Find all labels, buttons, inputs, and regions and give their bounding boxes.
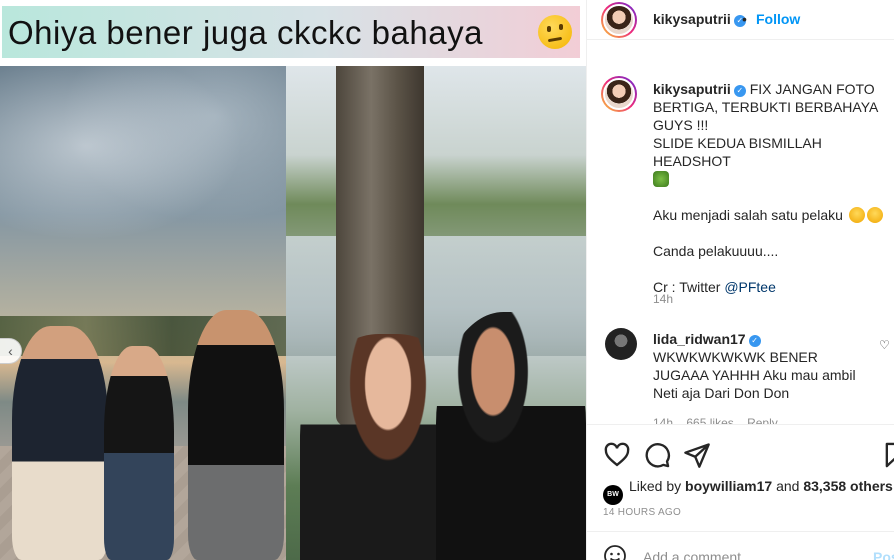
comment-like-heart-icon[interactable]: ♡ [879,338,890,352]
caption-line-4: Canda pelakuuuu.... [653,243,779,259]
comment-meta: 14h 665 likes Reply [653,416,778,424]
comment-bubble-icon[interactable] [643,441,671,469]
commenter-avatar[interactable] [605,328,637,360]
verified-badge-icon: ✓ [748,335,761,347]
author-avatar[interactable] [601,2,637,38]
likes-count[interactable]: 83,358 others [803,478,893,494]
add-comment-input[interactable]: Add a comment... [643,549,753,560]
scream-emoji-icon [848,207,865,223]
post-actions: BW Liked by boywilliam17 and 83,358 other… [587,424,894,560]
follow-button[interactable]: Follow [756,11,800,27]
liker-avatar[interactable]: BW [603,485,623,505]
post-timestamp[interactable]: 14 HOURS AGO [603,507,681,518]
caption-timestamp[interactable]: 14h [653,292,673,306]
frog-emoji-icon [653,171,669,187]
person-middle [104,346,174,560]
comments-section[interactable]: kikysaputrii ✓ FIX JANGAN FOTO BERTIGA, T… [587,66,894,424]
caption-line-2: SLIDE KEDUA BISMILLAH HEADSHOT [653,135,822,169]
add-comment-bar: Add a comment... Post [587,531,894,560]
comment-timestamp[interactable]: 14h [653,416,673,424]
caption-author-avatar[interactable] [601,76,637,112]
image-caption-banner: Ohiya bener juga ckckc bahaya [2,6,580,58]
photo-group-of-three: ‹ [0,66,286,560]
comment-likes[interactable]: 665 likes [686,416,733,424]
comment-reply-button[interactable]: Reply [747,416,778,424]
liked-by-summary: BW Liked by boywilliam17 and 83,358 other… [603,478,893,505]
mention-link[interactable]: @PFtee [724,279,776,295]
scream-emoji-icon [866,207,883,223]
share-paper-plane-icon[interactable] [683,441,711,469]
person-man [436,312,586,560]
image-caption-text: Ohiya bener juga ckckc bahaya [8,14,483,51]
liked-by-prefix: Liked by [629,478,682,494]
verified-badge-icon: ✓ [733,85,746,97]
chevron-left-icon: ‹ [8,343,13,359]
caption-line-3: Aku menjadi salah satu pelaku [653,207,843,223]
carousel-prev-button[interactable]: ‹ [0,338,22,364]
post-side-panel: kikysaputrii ✓ • Follow kikysaputrii ✓ FIX… [586,0,894,560]
thinking-face-emoji-icon [538,15,572,49]
separator-dot: • [742,11,747,27]
comment-body: WKWKWKWKWK BENER JUGAAA YAHHH Aku mau am… [653,349,856,401]
author-name[interactable]: kikysaputrii ✓ [653,11,746,29]
liker-username[interactable]: boywilliam17 [685,478,772,494]
person-left [12,326,108,560]
author-username[interactable]: kikysaputrii [653,11,731,27]
photo-kiss-closeup [286,66,586,560]
caption-username[interactable]: kikysaputrii [653,81,731,97]
commenter-username[interactable]: lida_ridwan17 [653,331,746,347]
post-media: Ohiya bener juga ckckc bahaya ‹ [0,0,586,560]
emoji-smiley-icon[interactable] [603,544,627,560]
liked-by-and: and [776,478,800,494]
like-heart-icon[interactable] [603,441,631,469]
person-right [188,310,284,560]
comment-text: lida_ridwan17 ✓ WKWKWKWKWK BENER JUGAAA Y… [653,330,873,402]
post-header: kikysaputrii ✓ • Follow [587,0,894,40]
save-bookmark-icon[interactable] [881,441,894,469]
post-comment-button[interactable]: Post [873,549,894,560]
post-caption: kikysaputrii ✓ FIX JANGAN FOTO BERTIGA, T… [653,80,891,296]
sky-clouds [0,66,286,266]
